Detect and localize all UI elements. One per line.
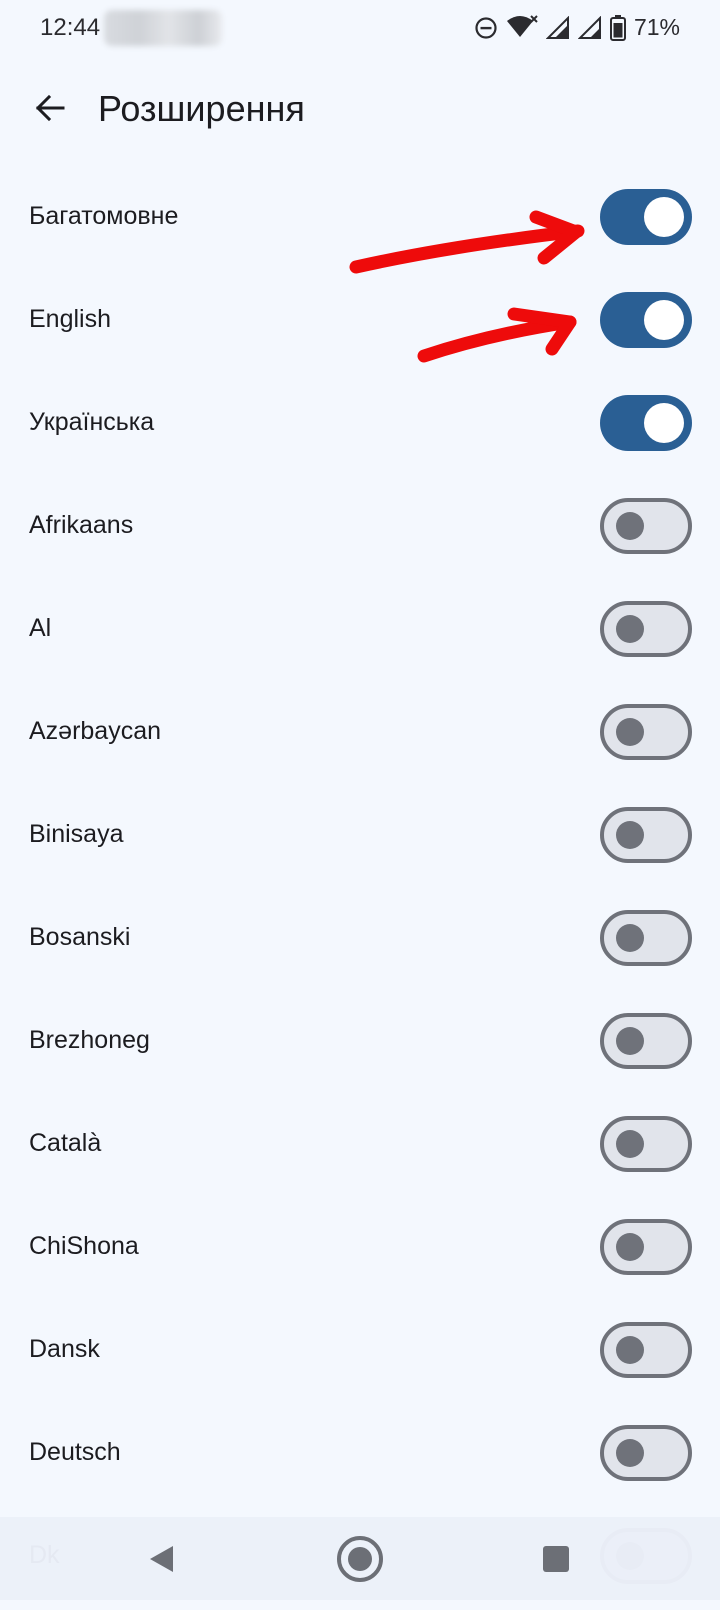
language-row[interactable]: Català [0, 1095, 720, 1198]
toggle-knob [616, 1336, 644, 1364]
language-row[interactable]: Afrikaans [0, 477, 720, 580]
language-row[interactable]: Binisaya [0, 786, 720, 889]
language-row[interactable]: Azərbaycan [0, 683, 720, 786]
language-toggle[interactable] [600, 395, 692, 451]
language-label: Bosanski [29, 923, 131, 951]
nav-home-button[interactable] [332, 1533, 388, 1589]
language-label: English [29, 305, 111, 333]
nav-recents-icon [541, 1544, 571, 1579]
language-list: Багатомовне English Українська Afrikaans Al A… [0, 168, 720, 1610]
do-not-disturb-icon [474, 16, 498, 40]
toggle-knob [616, 1439, 644, 1467]
toggle-knob [644, 403, 684, 443]
toggle-knob [616, 821, 644, 849]
language-row[interactable]: ChiShona [0, 1198, 720, 1301]
language-toggle[interactable] [600, 1116, 692, 1172]
language-toggle[interactable] [600, 704, 692, 760]
language-label: Afrikaans [29, 511, 134, 539]
toggle-knob [616, 924, 644, 952]
language-label: Українська [29, 408, 155, 436]
wifi-icon [506, 14, 538, 41]
language-row[interactable]: Українська [0, 374, 720, 477]
language-label: Català [29, 1129, 102, 1157]
language-label: Binisaya [29, 820, 124, 848]
language-toggle[interactable] [600, 292, 692, 348]
toggle-knob [616, 615, 644, 643]
blurred-notification-icons [104, 10, 222, 46]
language-label: Dansk [29, 1335, 100, 1363]
language-toggle[interactable] [600, 807, 692, 863]
language-label: Deutsch [29, 1438, 121, 1466]
toggle-knob [644, 197, 684, 237]
page-title: Розширення [98, 88, 305, 129]
language-toggle[interactable] [600, 189, 692, 245]
battery-percent: 71% [633, 14, 680, 40]
nav-back-button[interactable] [134, 1533, 190, 1589]
navigation-bar [0, 1517, 720, 1600]
language-row[interactable]: Al [0, 580, 720, 683]
app-bar: Розширення [0, 72, 720, 152]
language-label: Brezhoneg [29, 1026, 150, 1054]
toggle-knob [616, 512, 644, 540]
language-row[interactable]: English [0, 271, 720, 374]
signal-icon [577, 15, 602, 40]
language-toggle[interactable] [600, 498, 692, 554]
language-toggle[interactable] [600, 1219, 692, 1275]
status-bar: 12:44 71% [0, 0, 720, 58]
status-time: 12:44 [40, 14, 101, 41]
nav-home-icon [335, 1534, 385, 1589]
language-toggle[interactable] [600, 1322, 692, 1378]
language-toggle[interactable] [600, 910, 692, 966]
arrow-left-icon [34, 92, 66, 129]
language-row[interactable]: Bosanski [0, 889, 720, 992]
nav-recents-button[interactable] [528, 1533, 584, 1589]
language-row[interactable]: Deutsch [0, 1404, 720, 1507]
status-icons: 71% [474, 14, 680, 41]
toggle-knob [616, 1233, 644, 1261]
back-button[interactable] [26, 86, 74, 134]
nav-back-icon [147, 1543, 177, 1580]
language-label: Al [29, 614, 52, 642]
battery-icon [609, 14, 626, 41]
language-toggle[interactable] [600, 1013, 692, 1069]
language-toggle[interactable] [600, 1425, 692, 1481]
language-label: Azərbaycan [29, 717, 162, 745]
signal-icon [545, 15, 570, 40]
language-row[interactable]: Brezhoneg [0, 992, 720, 1095]
language-row[interactable]: Багатомовне [0, 168, 720, 271]
language-row[interactable]: Dansk [0, 1301, 720, 1404]
toggle-knob [616, 1130, 644, 1158]
toggle-knob [616, 718, 644, 746]
language-label: ChiShona [29, 1232, 139, 1260]
language-toggle[interactable] [600, 601, 692, 657]
toggle-knob [644, 300, 684, 340]
language-label: Багатомовне [29, 202, 179, 230]
toggle-knob [616, 1027, 644, 1055]
